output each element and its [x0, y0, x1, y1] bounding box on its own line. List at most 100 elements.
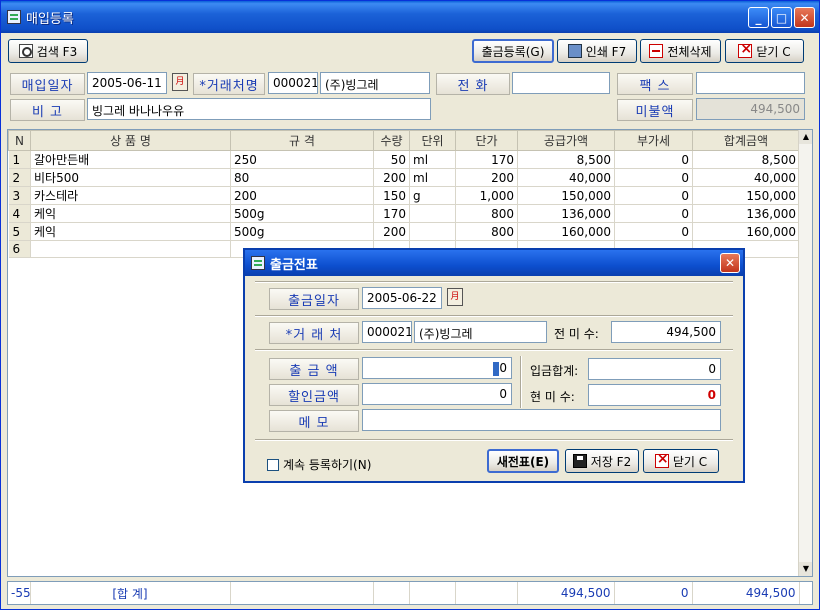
- search-button[interactable]: 검색 F3: [8, 39, 88, 63]
- vendor-code-field[interactable]: 000021: [268, 72, 318, 94]
- table-cell[interactable]: 200: [230, 186, 374, 205]
- grid-scrollbar[interactable]: ▲ ▼: [798, 130, 812, 576]
- table-cell[interactable]: 카스테라: [30, 186, 231, 205]
- row-number[interactable]: 4: [8, 204, 31, 223]
- table-cell[interactable]: 500g: [230, 222, 374, 241]
- table-cell[interactable]: 0: [614, 222, 693, 241]
- dialog-vendor-code[interactable]: 000021: [362, 321, 412, 343]
- dialog-vendor-label[interactable]: *거 래 처: [269, 322, 359, 344]
- table-cell[interactable]: 136,000: [692, 204, 800, 223]
- column-header[interactable]: 단가: [455, 130, 518, 151]
- table-cell[interactable]: 200: [455, 168, 518, 187]
- table-cell[interactable]: 갈아만든배: [30, 150, 231, 169]
- totals-vat: 0: [614, 582, 693, 604]
- table-cell[interactable]: [30, 240, 231, 258]
- dialog-memo-field[interactable]: [362, 409, 721, 431]
- vendor-label[interactable]: *거래처명: [193, 73, 265, 95]
- table-cell[interactable]: 200: [373, 222, 410, 241]
- outgoing-date-field[interactable]: 2005-06-22: [362, 287, 442, 309]
- delete-all-button[interactable]: 전체삭제: [640, 39, 721, 63]
- column-header[interactable]: 합계금액: [692, 130, 800, 151]
- column-header[interactable]: 수량: [373, 130, 410, 151]
- table-cell[interactable]: 0: [614, 168, 693, 187]
- table-cell[interactable]: 200: [373, 168, 410, 187]
- calendar-icon[interactable]: 月: [447, 288, 463, 306]
- dialog-app-icon: [251, 256, 265, 270]
- table-row[interactable]: 4 케익 500g 170 800 136,000 0 136,000: [8, 204, 800, 223]
- outgoing-register-button[interactable]: 출금등록(G): [472, 39, 554, 63]
- delete-all-label: 전체삭제: [667, 44, 712, 59]
- fax-field[interactable]: [696, 72, 805, 94]
- minimize-button[interactable]: _: [748, 7, 769, 28]
- row-number[interactable]: 1: [8, 150, 31, 169]
- table-cell[interactable]: 8,500: [517, 150, 615, 169]
- scroll-up-icon[interactable]: ▲: [799, 130, 812, 144]
- calendar-icon[interactable]: 月: [172, 73, 188, 91]
- row-number[interactable]: 3: [8, 186, 31, 205]
- discount-field[interactable]: 0: [362, 383, 512, 405]
- table-cell[interactable]: 800: [455, 204, 518, 223]
- table-cell[interactable]: 0: [614, 150, 693, 169]
- table-cell[interactable]: 40,000: [692, 168, 800, 187]
- dialog-vendor-name[interactable]: (주)빙그레: [414, 321, 547, 343]
- row-number[interactable]: 5: [8, 222, 31, 241]
- table-cell[interactable]: 160,000: [692, 222, 800, 241]
- table-cell[interactable]: 250: [230, 150, 374, 169]
- continue-register-checkbox[interactable]: 계속 등록하기(N): [267, 456, 371, 473]
- dialog-close-action-button[interactable]: 닫기 C: [643, 449, 719, 473]
- close-button[interactable]: 닫기 C: [725, 39, 804, 63]
- table-row[interactable]: 2 비타500 80 200 ml 200 40,000 0 40,000: [8, 168, 800, 187]
- table-cell[interactable]: ml: [409, 168, 456, 187]
- column-header[interactable]: 부가세: [614, 130, 693, 151]
- table-cell[interactable]: 136,000: [517, 204, 615, 223]
- table-cell[interactable]: 0: [614, 204, 693, 223]
- table-cell[interactable]: 150: [373, 186, 410, 205]
- column-header[interactable]: 단위: [409, 130, 456, 151]
- table-row[interactable]: 3 카스테라 200 150 g 1,000 150,000 0 150,000: [8, 186, 800, 205]
- checkbox-icon[interactable]: [267, 459, 279, 471]
- table-cell[interactable]: ml: [409, 150, 456, 169]
- dialog-close-button[interactable]: ✕: [720, 253, 740, 273]
- purchase-date-label[interactable]: 매입일자: [10, 73, 85, 95]
- purchase-date-field[interactable]: 2005-06-11: [87, 72, 167, 94]
- table-row[interactable]: 1 갈아만든배 250 50 ml 170 8,500 0 8,500: [8, 150, 800, 169]
- new-slip-label: 새전표(E): [496, 454, 550, 469]
- column-header[interactable]: 규 격: [230, 130, 374, 151]
- table-cell[interactable]: 160,000: [517, 222, 615, 241]
- row-number[interactable]: 6: [8, 240, 31, 258]
- table-cell[interactable]: 800: [455, 222, 518, 241]
- table-cell[interactable]: [409, 204, 456, 223]
- table-cell[interactable]: [409, 222, 456, 241]
- new-slip-button[interactable]: 새전표(E): [487, 449, 559, 473]
- row-number[interactable]: 2: [8, 168, 31, 187]
- table-cell[interactable]: 케익: [30, 222, 231, 241]
- column-header[interactable]: 공급가액: [517, 130, 615, 151]
- table-cell[interactable]: g: [409, 186, 456, 205]
- table-cell[interactable]: 150,000: [517, 186, 615, 205]
- vendor-name-field[interactable]: (주)빙그레: [320, 72, 430, 94]
- table-cell[interactable]: 0: [614, 186, 693, 205]
- table-cell[interactable]: 8,500: [692, 150, 800, 169]
- table-cell[interactable]: 50: [373, 150, 410, 169]
- outgoing-amount-field[interactable]: 0: [362, 357, 512, 379]
- maximize-button[interactable]: □: [771, 7, 792, 28]
- table-cell[interactable]: 80: [230, 168, 374, 187]
- table-cell[interactable]: 500g: [230, 204, 374, 223]
- table-cell[interactable]: 150,000: [692, 186, 800, 205]
- close-window-button[interactable]: ✕: [794, 7, 815, 28]
- phone-label: 전 화: [436, 73, 510, 95]
- table-cell[interactable]: 170: [455, 150, 518, 169]
- save-button[interactable]: 저장 F2: [565, 449, 639, 473]
- column-header[interactable]: N: [8, 130, 31, 151]
- table-cell[interactable]: 170: [373, 204, 410, 223]
- column-header[interactable]: 상 품 명: [30, 130, 231, 151]
- table-cell[interactable]: 1,000: [455, 186, 518, 205]
- scroll-down-icon[interactable]: ▼: [799, 562, 812, 576]
- print-button[interactable]: 인쇄 F7: [557, 39, 637, 63]
- memo-field[interactable]: 빙그레 바나나우유: [87, 98, 431, 120]
- table-cell[interactable]: 40,000: [517, 168, 615, 187]
- table-cell[interactable]: 비타500: [30, 168, 231, 187]
- phone-field[interactable]: [512, 72, 610, 94]
- table-cell[interactable]: 케익: [30, 204, 231, 223]
- table-row[interactable]: 5 케익 500g 200 800 160,000 0 160,000: [8, 222, 800, 241]
